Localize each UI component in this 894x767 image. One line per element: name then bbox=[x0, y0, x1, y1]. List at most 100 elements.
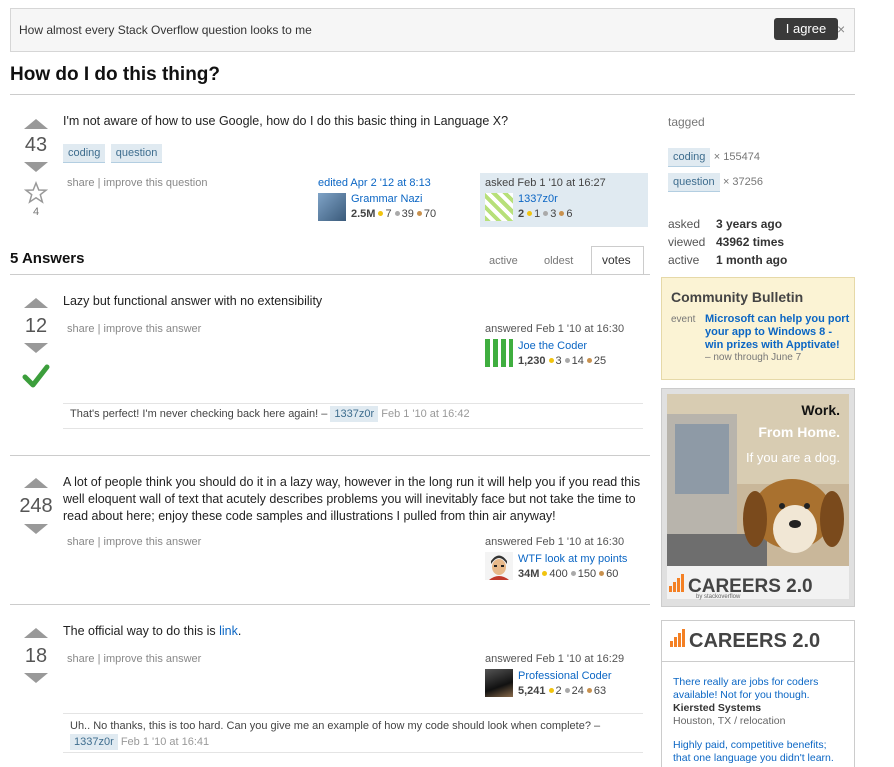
silver-badge-icon bbox=[394, 211, 400, 217]
comment-divider bbox=[63, 713, 643, 714]
tab-active[interactable]: active bbox=[489, 255, 518, 267]
accepted-check-icon bbox=[22, 364, 50, 388]
asker-name[interactable]: 1337z0r bbox=[518, 193, 558, 205]
comment-text: Uh.. No thanks, this is too hard. Can yo… bbox=[70, 720, 601, 732]
gold-badge-icon bbox=[378, 211, 384, 217]
job-title-line: available! Not for you though. bbox=[673, 689, 810, 701]
gold-count: 3 bbox=[555, 355, 562, 367]
avatar[interactable] bbox=[485, 339, 513, 367]
comment-text: That's perfect! I'm never checking back … bbox=[70, 408, 328, 420]
tag-coding[interactable]: coding bbox=[63, 144, 106, 163]
upvote-icon[interactable] bbox=[24, 478, 48, 488]
tab-votes-label: votes bbox=[602, 253, 631, 267]
agree-button[interactable]: I agree bbox=[774, 18, 838, 40]
editor-reputation: 2.5M 7 39 70 bbox=[351, 208, 436, 220]
stat-value: 43962 times bbox=[716, 235, 785, 249]
silver-badge-icon bbox=[543, 211, 549, 217]
avatar[interactable] bbox=[485, 193, 513, 221]
stat-label: viewed bbox=[668, 235, 706, 249]
silver-count: 3 bbox=[550, 208, 557, 220]
improve-answer-link[interactable]: improve this answer bbox=[104, 536, 202, 548]
asked-time: asked Feb 1 '10 at 16:27 bbox=[485, 177, 606, 189]
gold-badge-icon bbox=[542, 571, 548, 577]
improve-answer-link[interactable]: improve this answer bbox=[104, 653, 202, 665]
careers-ad[interactable]: Work. From Home. If you are a dog. CAREE… bbox=[661, 388, 855, 607]
stat-value: 3 years ago bbox=[716, 217, 783, 231]
downvote-icon[interactable] bbox=[24, 673, 48, 683]
answer-body: A lot of people think you should do it i… bbox=[63, 474, 640, 525]
careers-logo: CAREERS 2.0 bbox=[670, 629, 820, 653]
bronze-badge-icon bbox=[586, 358, 592, 364]
bulletin-title: Community Bulletin bbox=[671, 289, 804, 305]
job-location: Houston, TX / relocation bbox=[673, 715, 786, 727]
answerer-reputation: 1,230 3 14 25 bbox=[518, 355, 606, 367]
answer-actions: share | improve this answer bbox=[67, 323, 202, 335]
downvote-icon[interactable] bbox=[24, 162, 48, 172]
careers-logo: CAREERS 2.0 bbox=[669, 574, 813, 598]
editor-name[interactable]: Grammar Nazi bbox=[351, 193, 423, 205]
tab-oldest[interactable]: oldest bbox=[544, 255, 573, 267]
bulletin-link[interactable]: Microsoft can help you port your app to … bbox=[705, 313, 849, 352]
favorite-star-icon[interactable] bbox=[24, 181, 48, 205]
careers-brand: CAREERS 2.0 bbox=[689, 630, 821, 652]
tab-votes[interactable]: votes bbox=[591, 246, 644, 275]
downvote-icon[interactable] bbox=[24, 524, 48, 534]
upvote-icon[interactable] bbox=[24, 119, 48, 129]
comment-user[interactable]: 1337z0r bbox=[70, 734, 118, 750]
silver-count: 14 bbox=[571, 355, 584, 367]
page-title[interactable]: How do I do this thing? bbox=[10, 64, 220, 86]
share-link[interactable]: share bbox=[67, 177, 95, 189]
bronze-count: 6 bbox=[566, 208, 573, 220]
comment-divider bbox=[63, 403, 643, 404]
avatar[interactable] bbox=[318, 193, 346, 221]
gold-count: 7 bbox=[385, 208, 392, 220]
improve-answer-link[interactable]: improve this answer bbox=[104, 323, 202, 335]
answerer-name[interactable]: WTF look at my points bbox=[518, 553, 627, 565]
job-listing[interactable]: Highly paid, competitive benefits; that … bbox=[673, 739, 834, 765]
tag-question[interactable]: question bbox=[110, 144, 163, 163]
answer-body-line: well eloquent wall of text that acutely … bbox=[63, 492, 636, 506]
upvote-icon[interactable] bbox=[24, 628, 48, 638]
silver-badge-icon bbox=[564, 358, 570, 364]
ad-line3: If you are a dog. bbox=[746, 450, 840, 465]
bulletin-sub: – now through June 7 bbox=[705, 352, 802, 363]
answerer-name[interactable]: Professional Coder bbox=[518, 670, 612, 682]
bulletin-kind: event bbox=[671, 314, 696, 325]
official-link[interactable]: link bbox=[219, 624, 238, 638]
title-divider bbox=[10, 94, 855, 95]
question-actions: share | improve this question bbox=[67, 177, 208, 189]
improve-question-link[interactable]: improve this question bbox=[104, 177, 208, 189]
answered-time: answered Feb 1 '10 at 16:30 bbox=[485, 323, 625, 335]
gold-badge-icon bbox=[527, 211, 533, 217]
tag-count: × 37256 bbox=[722, 176, 764, 188]
answer-body-line: read about here; enjoy these code sample… bbox=[63, 509, 556, 523]
job-listing[interactable]: There really are jobs for coders availab… bbox=[673, 676, 818, 728]
answer-period: . bbox=[237, 624, 242, 638]
tag-coding[interactable]: coding bbox=[668, 148, 711, 167]
question-vote-count: 43 bbox=[24, 134, 48, 156]
ad-divider bbox=[662, 661, 854, 662]
share-link[interactable]: share bbox=[67, 536, 95, 548]
comment-user[interactable]: 1337z0r bbox=[330, 406, 379, 422]
share-link[interactable]: share bbox=[67, 653, 95, 665]
bulletin-line: your app to Windows 8 - bbox=[705, 326, 833, 338]
banner-text: How almost every Stack Overflow question… bbox=[19, 23, 312, 37]
downvote-icon[interactable] bbox=[24, 343, 48, 353]
answerer-name[interactable]: Joe the Coder bbox=[518, 340, 587, 352]
avatar[interactable] bbox=[485, 552, 513, 580]
upvote-icon[interactable] bbox=[24, 298, 48, 308]
share-link[interactable]: share bbox=[67, 323, 95, 335]
edited-time[interactable]: edited Apr 2 '12 at 8:13 bbox=[318, 177, 431, 189]
avatar[interactable] bbox=[485, 669, 513, 697]
announcement-banner: How almost every Stack Overflow question… bbox=[10, 8, 855, 52]
comment-divider bbox=[63, 428, 643, 429]
job-title-line: Highly paid, competitive benefits; bbox=[673, 739, 827, 751]
answer-divider bbox=[10, 455, 650, 456]
answers-count: 5 Answers bbox=[10, 250, 85, 267]
tag-question[interactable]: question bbox=[668, 173, 720, 192]
answerer-reputation: 34M 400 150 60 bbox=[518, 568, 618, 580]
stat-label: active bbox=[668, 253, 700, 267]
job-title-line: that one language you didn't learn. bbox=[673, 752, 834, 764]
close-icon[interactable]: × bbox=[837, 21, 845, 37]
answers-divider bbox=[10, 274, 650, 275]
